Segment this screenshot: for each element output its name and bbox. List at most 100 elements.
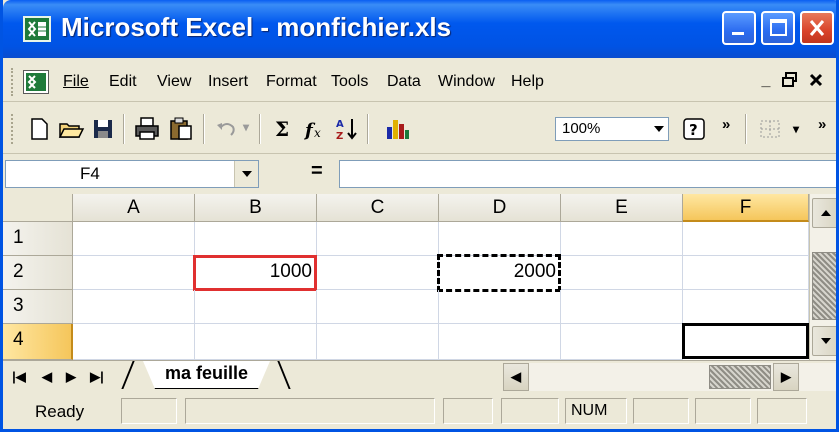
menu-data[interactable]: Data [387, 73, 421, 91]
menu-grip[interactable] [11, 68, 15, 96]
cell-a1[interactable] [73, 222, 195, 256]
svg-text:?: ? [689, 121, 698, 139]
row-header-4[interactable]: 4 [3, 324, 73, 360]
zoom-value: 100% [562, 120, 601, 137]
name-box[interactable]: F4 [5, 160, 259, 188]
column-header-e[interactable]: E [561, 194, 683, 222]
scroll-right-button[interactable]: ▶ [773, 363, 799, 391]
sort-ascending-icon[interactable]: AZ [333, 115, 361, 143]
status-panel [757, 398, 807, 424]
sheet-tabs-bar: |◀ ◀ ▶ ▶| ma feuille ◀ ▶ [3, 360, 836, 392]
cell-e4[interactable] [561, 324, 683, 360]
cell-f2[interactable] [683, 256, 809, 290]
cell-c4[interactable] [317, 324, 439, 360]
cell-f1[interactable] [683, 222, 809, 256]
cell-e3[interactable] [561, 290, 683, 324]
cell-b2[interactable]: 1000 [193, 255, 317, 291]
cell-a4[interactable] [73, 324, 195, 360]
save-icon[interactable] [89, 115, 117, 143]
borders-dropdown-arrow[interactable]: ▾ [793, 122, 799, 136]
formula-bar: F4 = [3, 156, 836, 192]
next-sheet-button[interactable]: ▶ [61, 365, 81, 389]
cell-d4[interactable] [439, 324, 561, 360]
workbook-restore-button[interactable] [779, 71, 801, 93]
minimize-button[interactable] [722, 11, 756, 45]
new-icon[interactable] [25, 115, 53, 143]
cell-f3[interactable] [683, 290, 809, 324]
cell-b4[interactable] [195, 324, 317, 360]
toolbar-options-icon[interactable]: » [818, 116, 826, 133]
sheet-tab-ma-feuille[interactable]: ma feuille [143, 361, 270, 389]
maximize-button[interactable] [761, 11, 795, 45]
first-sheet-button[interactable]: |◀ [9, 365, 29, 389]
row-header-3[interactable]: 3 [3, 290, 73, 324]
cell-c2[interactable] [317, 256, 439, 290]
column-header-d[interactable]: D [439, 194, 561, 222]
row-header-2[interactable]: 2 [3, 256, 73, 290]
scroll-up-button[interactable] [812, 198, 836, 228]
column-header-a[interactable]: A [73, 194, 195, 222]
select-all-corner[interactable] [3, 194, 73, 222]
cell-b3[interactable] [195, 290, 317, 324]
cell-a3[interactable] [73, 290, 195, 324]
scroll-left-button[interactable]: ◀ [503, 363, 529, 391]
cell-e2[interactable] [561, 256, 683, 290]
menu-window[interactable]: Window [438, 73, 495, 91]
workbook-icon[interactable] [23, 70, 49, 94]
cell-d1[interactable] [439, 222, 561, 256]
previous-sheet-button[interactable]: ◀ [37, 365, 57, 389]
menu-view[interactable]: View [157, 73, 191, 91]
menu-edit[interactable]: Edit [109, 73, 137, 91]
active-cell-f4[interactable] [682, 323, 809, 359]
name-box-dropdown[interactable] [234, 161, 258, 187]
row-header-1[interactable]: 1 [3, 222, 73, 256]
column-header-b[interactable]: B [195, 194, 317, 222]
cell-c1[interactable] [317, 222, 439, 256]
chart-wizard-icon[interactable] [383, 115, 411, 143]
menu-insert[interactable]: Insert [208, 73, 248, 91]
vertical-scroll-thumb[interactable] [812, 252, 836, 320]
undo-dropdown-arrow[interactable]: ▾ [243, 120, 249, 134]
menu-help[interactable]: Help [511, 73, 544, 91]
title-bar[interactable]: Microsoft Excel - monfichier.xls [3, 0, 836, 58]
zoom-dropdown[interactable]: 100% [555, 117, 669, 141]
undo-icon[interactable] [213, 115, 241, 143]
cell-d2[interactable]: 2000 [437, 254, 561, 292]
svg-text:Σ: Σ [275, 117, 289, 141]
workbook-minimize-button[interactable]: _ [755, 71, 777, 93]
borders-icon[interactable] [757, 115, 785, 143]
workbook-close-button[interactable] [805, 71, 827, 93]
svg-text:Z: Z [336, 131, 343, 142]
scroll-down-button[interactable] [812, 326, 836, 356]
print-icon[interactable] [133, 115, 161, 143]
name-box-value: F4 [80, 164, 100, 183]
vertical-scrollbar[interactable] [809, 194, 836, 360]
close-button[interactable] [800, 11, 834, 45]
cell-c3[interactable] [317, 290, 439, 324]
num-lock-indicator: NUM [571, 402, 608, 419]
column-header-c[interactable]: C [317, 194, 439, 222]
toolbar-grip[interactable] [11, 114, 15, 144]
cell-b1[interactable] [195, 222, 317, 256]
toolbar-separator [259, 114, 261, 144]
menu-file[interactable]: File [63, 73, 89, 91]
last-sheet-button[interactable]: ▶| [87, 365, 107, 389]
paste-icon[interactable] [167, 115, 195, 143]
open-icon[interactable] [57, 115, 85, 143]
cell-d3[interactable] [439, 290, 561, 324]
help-icon[interactable]: ? [681, 115, 711, 143]
formula-input[interactable] [339, 160, 836, 188]
equals-sign[interactable]: = [311, 160, 323, 183]
function-icon[interactable]: fx [301, 115, 329, 143]
toolbar-options-icon[interactable]: » [722, 116, 730, 133]
status-panel [695, 398, 751, 424]
column-header-f[interactable]: F [683, 194, 809, 222]
cell-e1[interactable] [561, 222, 683, 256]
horizontal-scrollbar[interactable]: ◀ ▶ [503, 363, 836, 391]
cell-a2[interactable] [73, 256, 195, 290]
menu-tools[interactable]: Tools [331, 73, 368, 91]
toolbar-separator [745, 114, 747, 144]
menu-format[interactable]: Format [266, 73, 317, 91]
horizontal-scroll-thumb[interactable] [709, 365, 771, 389]
autosum-icon[interactable]: Σ [269, 115, 297, 143]
